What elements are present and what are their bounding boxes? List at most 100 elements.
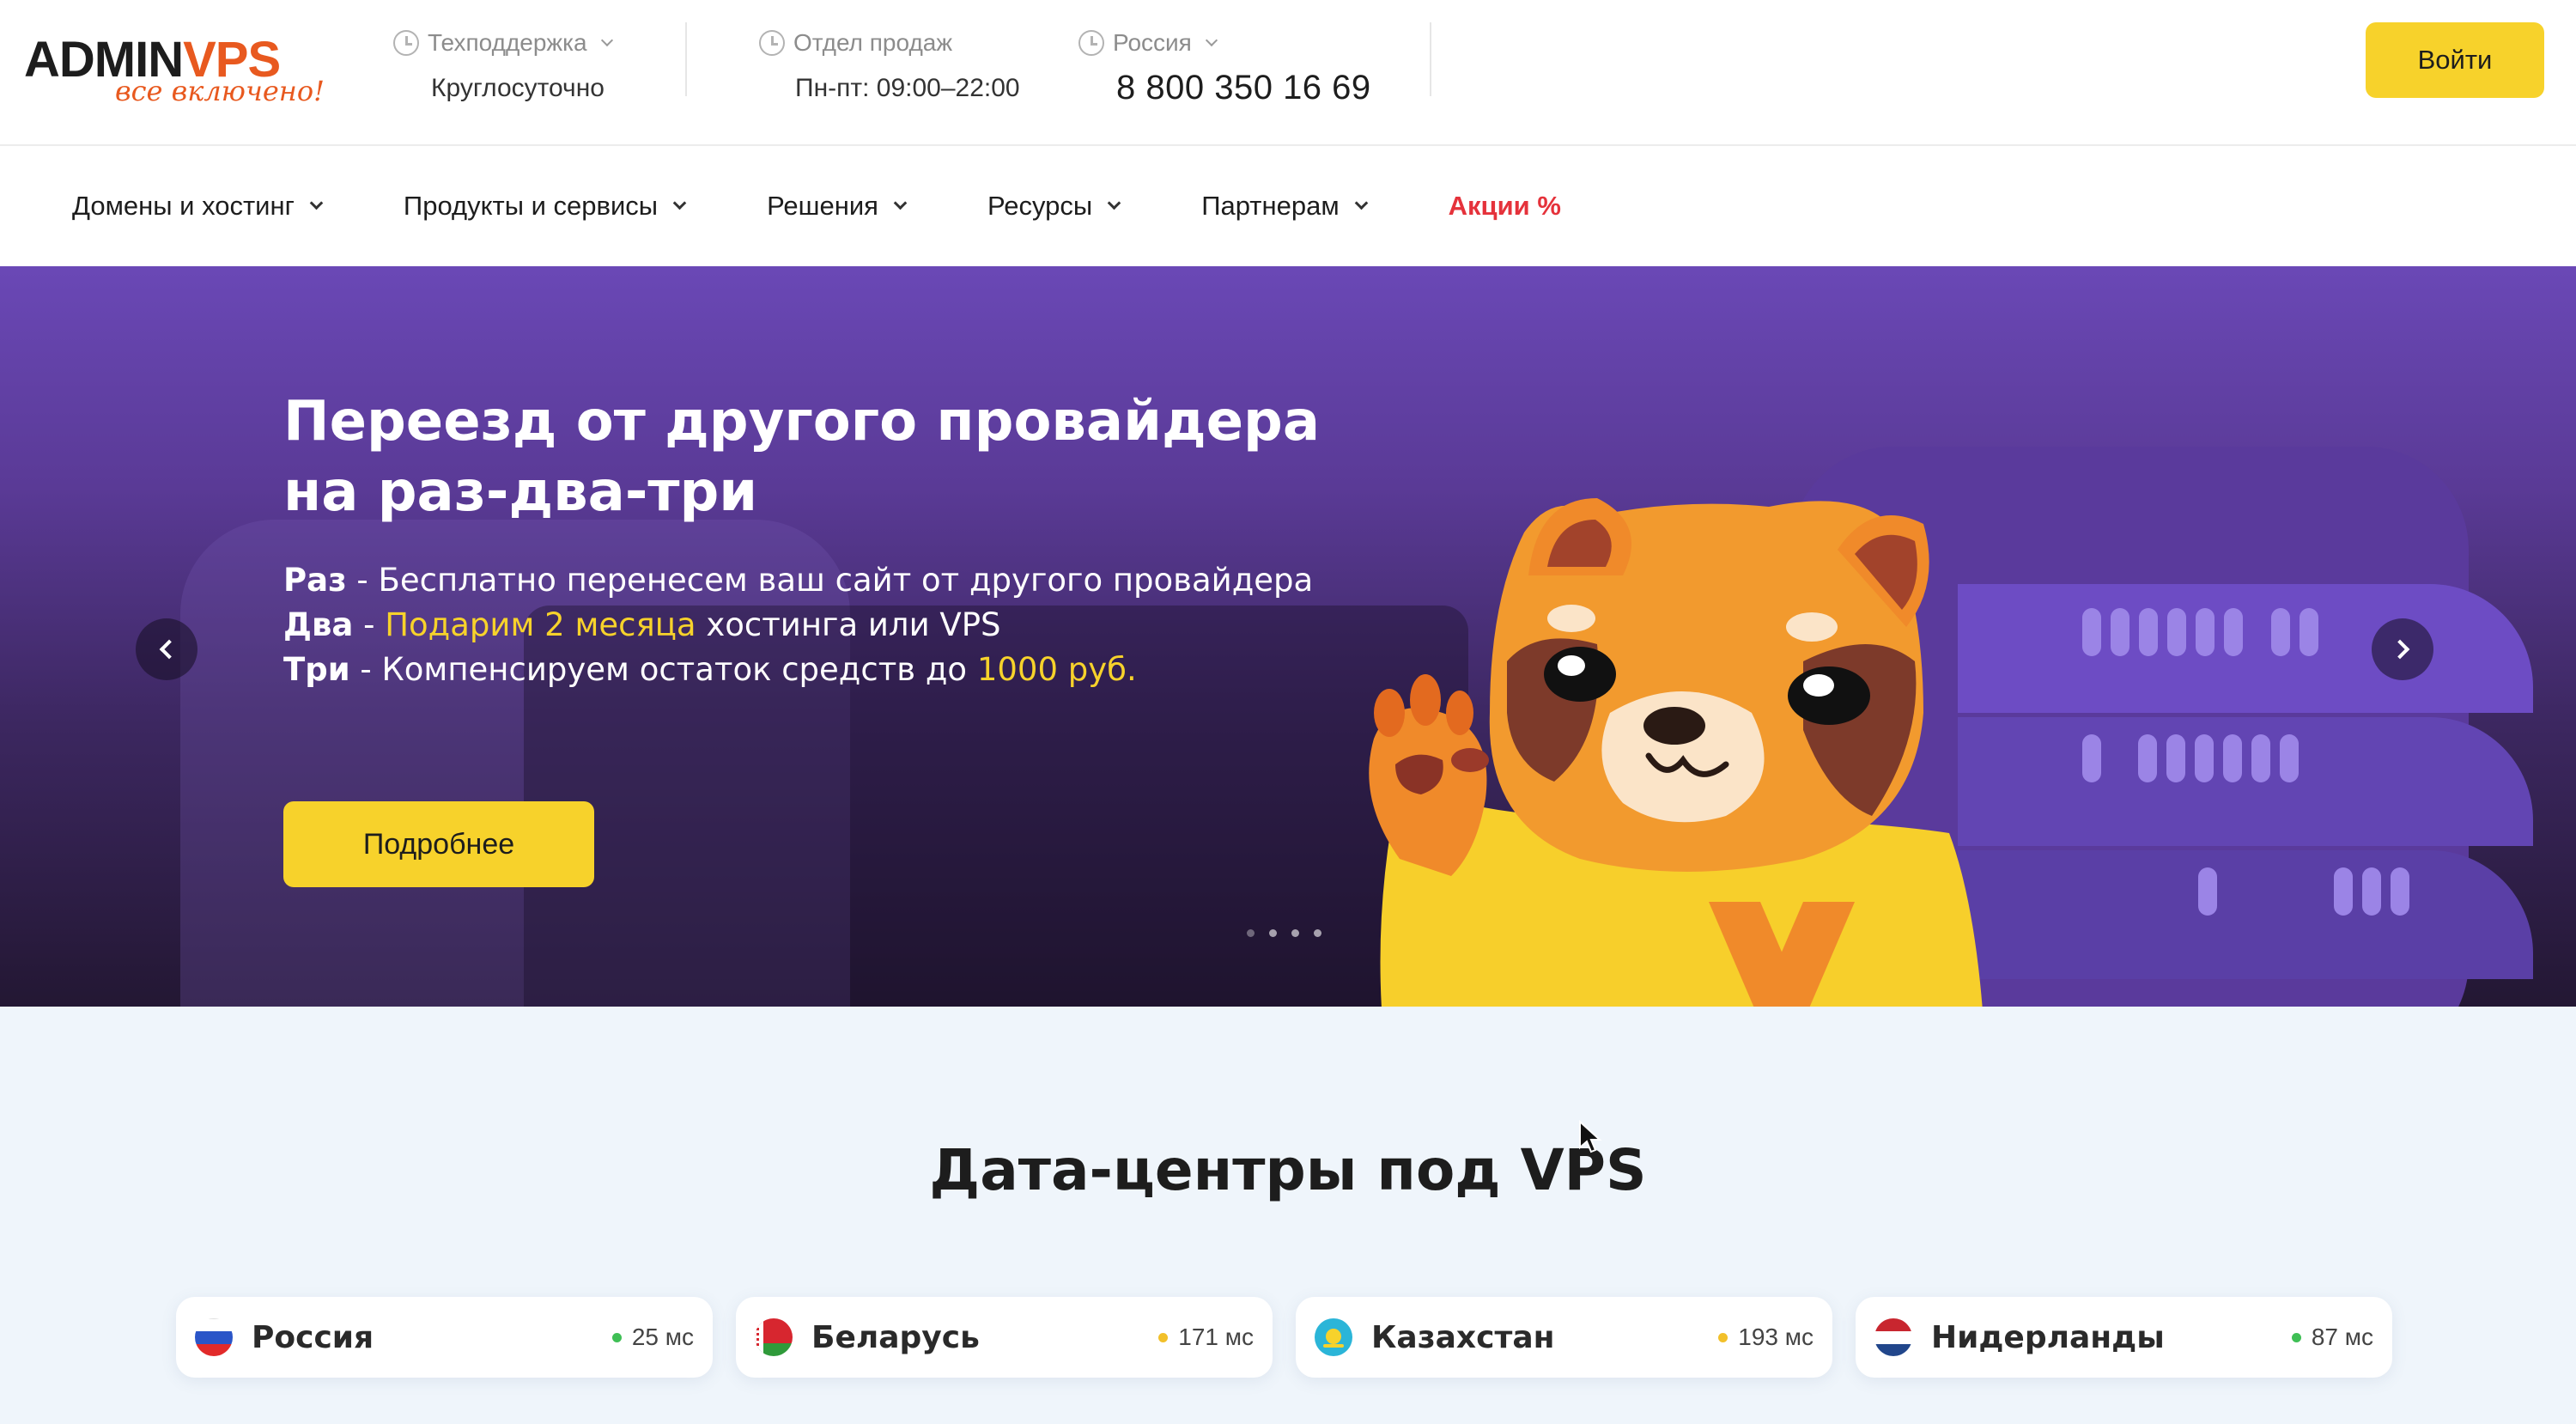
hero-title-line: Переезд от другого провайдера <box>283 390 1321 453</box>
status-dot-icon <box>1158 1332 1169 1342</box>
status-dot-icon <box>1718 1332 1728 1342</box>
clock-icon <box>393 30 419 56</box>
benefit-text: - Бесплатно перенесем ваш сайт от другог… <box>346 562 1314 599</box>
support-info: Техподдержка Круглосуточно <box>393 24 613 103</box>
server-led <box>2334 867 2353 916</box>
server-led <box>2391 867 2409 916</box>
datacenter-name: Беларусь <box>811 1319 980 1355</box>
datacenter-name: Нидерланды <box>1931 1319 2165 1355</box>
divider <box>685 22 687 96</box>
ping-value: 193 мс <box>1738 1324 1814 1350</box>
nav-item-products[interactable]: Продукты и сервисы <box>403 191 687 222</box>
status-dot-icon <box>611 1332 622 1342</box>
server-led <box>2111 608 2129 656</box>
chevron-down-icon <box>1107 196 1121 210</box>
region-info: Россия 8 800 350 16 69 <box>1078 24 1371 107</box>
datacenter-ping: 171 мс <box>1158 1324 1254 1351</box>
server-led <box>2139 608 2158 656</box>
hero-benefit-1: Раз - Бесплатно перенесем ваш сайт от др… <box>283 558 1485 603</box>
hero-title-line: на раз-два-три <box>283 460 758 524</box>
server-led <box>2195 734 2214 782</box>
server-led <box>2280 734 2299 782</box>
nav-item-domains-hosting[interactable]: Домены и хостинг <box>72 191 324 222</box>
datacenter-card-belarus[interactable]: Беларусь 171 мс <box>736 1297 1273 1378</box>
benefit-label: Раз <box>283 562 347 599</box>
main-nav: Домены и хостинг Продукты и сервисы Реше… <box>0 146 2576 266</box>
carousel-next-button[interactable] <box>2372 618 2433 680</box>
datacenter-card-kazakhstan[interactable]: Казахстан 193 мс <box>1296 1297 1832 1378</box>
nav-item-resources[interactable]: Ресурсы <box>987 191 1121 222</box>
chevron-down-icon <box>1205 33 1218 47</box>
hero-benefit-3: Три - Компенсируем остаток средств до 10… <box>283 648 1485 692</box>
benefit-highlight: 1000 руб. <box>976 651 1137 688</box>
datacenter-ping: 193 мс <box>1718 1324 1814 1351</box>
mouse-cursor-icon <box>1579 1120 1602 1153</box>
details-button[interactable]: Подробнее <box>283 801 594 887</box>
clock-icon <box>759 30 785 56</box>
region-label: Россия <box>1113 29 1192 56</box>
datacenter-card-netherlands[interactable]: Нидерланды 87 мс <box>1856 1297 2392 1378</box>
nav-label: Решения <box>767 191 878 221</box>
datacenter-card-russia[interactable]: Россия 25 мс <box>176 1297 713 1378</box>
server-led <box>2167 608 2186 656</box>
datacenter-name: Казахстан <box>1371 1319 1555 1355</box>
sales-hours: Пн-пт: 09:00–22:00 <box>795 74 1020 102</box>
nav-item-solutions[interactable]: Решения <box>767 191 908 222</box>
benefit-dash: - <box>353 606 386 643</box>
carousel-dot[interactable] <box>1314 929 1321 937</box>
nav-label: Ресурсы <box>987 191 1093 221</box>
server-led <box>2300 608 2318 656</box>
nav-label: Партнерам <box>1201 191 1340 221</box>
benefit-label: Три <box>283 651 350 688</box>
benefit-text: - Компенсируем остаток средств до <box>349 651 977 688</box>
hero-benefits: Раз - Бесплатно перенесем ваш сайт от др… <box>283 558 1485 692</box>
belarus-flag-icon <box>755 1318 793 1356</box>
kazakhstan-flag-icon <box>1315 1318 1352 1356</box>
support-label: Техподдержка <box>428 29 587 56</box>
section-title: Дата-центры под VPS <box>929 1137 1647 1203</box>
server-led <box>2251 734 2270 782</box>
carousel-pagination <box>1247 929 1321 937</box>
nav-item-promotions[interactable]: Акции % <box>1449 191 1561 222</box>
chevron-left-icon <box>159 639 179 660</box>
nav-label: Домены и хостинг <box>72 191 295 221</box>
server-led <box>2224 608 2243 656</box>
server-led <box>2271 608 2290 656</box>
support-hours: Круглосуточно <box>431 74 605 102</box>
hero-benefit-2: Два - Подарим 2 месяца хостинга или VPS <box>283 603 1485 648</box>
sales-info: Отдел продаж Пн-пт: 09:00–22:00 <box>759 24 1020 103</box>
ping-value: 25 мс <box>631 1324 694 1350</box>
datacenter-name: Россия <box>252 1319 374 1355</box>
server-led <box>2362 867 2381 916</box>
russia-flag-icon <box>195 1318 233 1356</box>
ping-value: 87 мс <box>2311 1324 2373 1350</box>
carousel-dot[interactable] <box>1247 929 1255 937</box>
hero-banner: Переезд от другого провайдера на раз-два… <box>0 266 2576 1007</box>
server-led <box>2138 734 2157 782</box>
carousel-prev-button[interactable] <box>136 618 197 680</box>
carousel-dot[interactable] <box>1291 929 1299 937</box>
chevron-down-icon <box>1354 196 1368 210</box>
red-panda-mascot-illustration <box>1369 498 1983 1007</box>
sales-label-row: Отдел продаж <box>759 24 1020 62</box>
datacenter-ping: 25 мс <box>611 1324 694 1351</box>
support-dropdown[interactable]: Техподдержка <box>393 24 613 62</box>
login-button[interactable]: Войти <box>2366 22 2544 98</box>
nav-label: Продукты и сервисы <box>403 191 659 221</box>
server-led <box>2196 608 2215 656</box>
carousel-dot[interactable] <box>1269 929 1277 937</box>
chevron-down-icon <box>893 196 908 210</box>
clock-icon <box>1078 30 1104 56</box>
benefit-highlight: Подарим 2 месяца <box>385 606 696 643</box>
sales-label: Отдел продаж <box>793 29 953 56</box>
adminvps-logo[interactable]: ADMINVPS все включено! <box>24 34 325 112</box>
server-led <box>2223 734 2242 782</box>
nav-item-partners[interactable]: Партнерам <box>1201 191 1368 222</box>
chevron-down-icon <box>672 196 687 210</box>
phone-number[interactable]: 8 800 350 16 69 <box>1116 69 1371 107</box>
region-dropdown[interactable]: Россия <box>1078 24 1371 62</box>
chevron-right-icon <box>2390 639 2410 660</box>
ping-value: 171 мс <box>1178 1324 1254 1350</box>
server-led <box>2198 867 2217 916</box>
top-header: ADMINVPS все включено! Техподдержка Круг… <box>0 0 2576 146</box>
